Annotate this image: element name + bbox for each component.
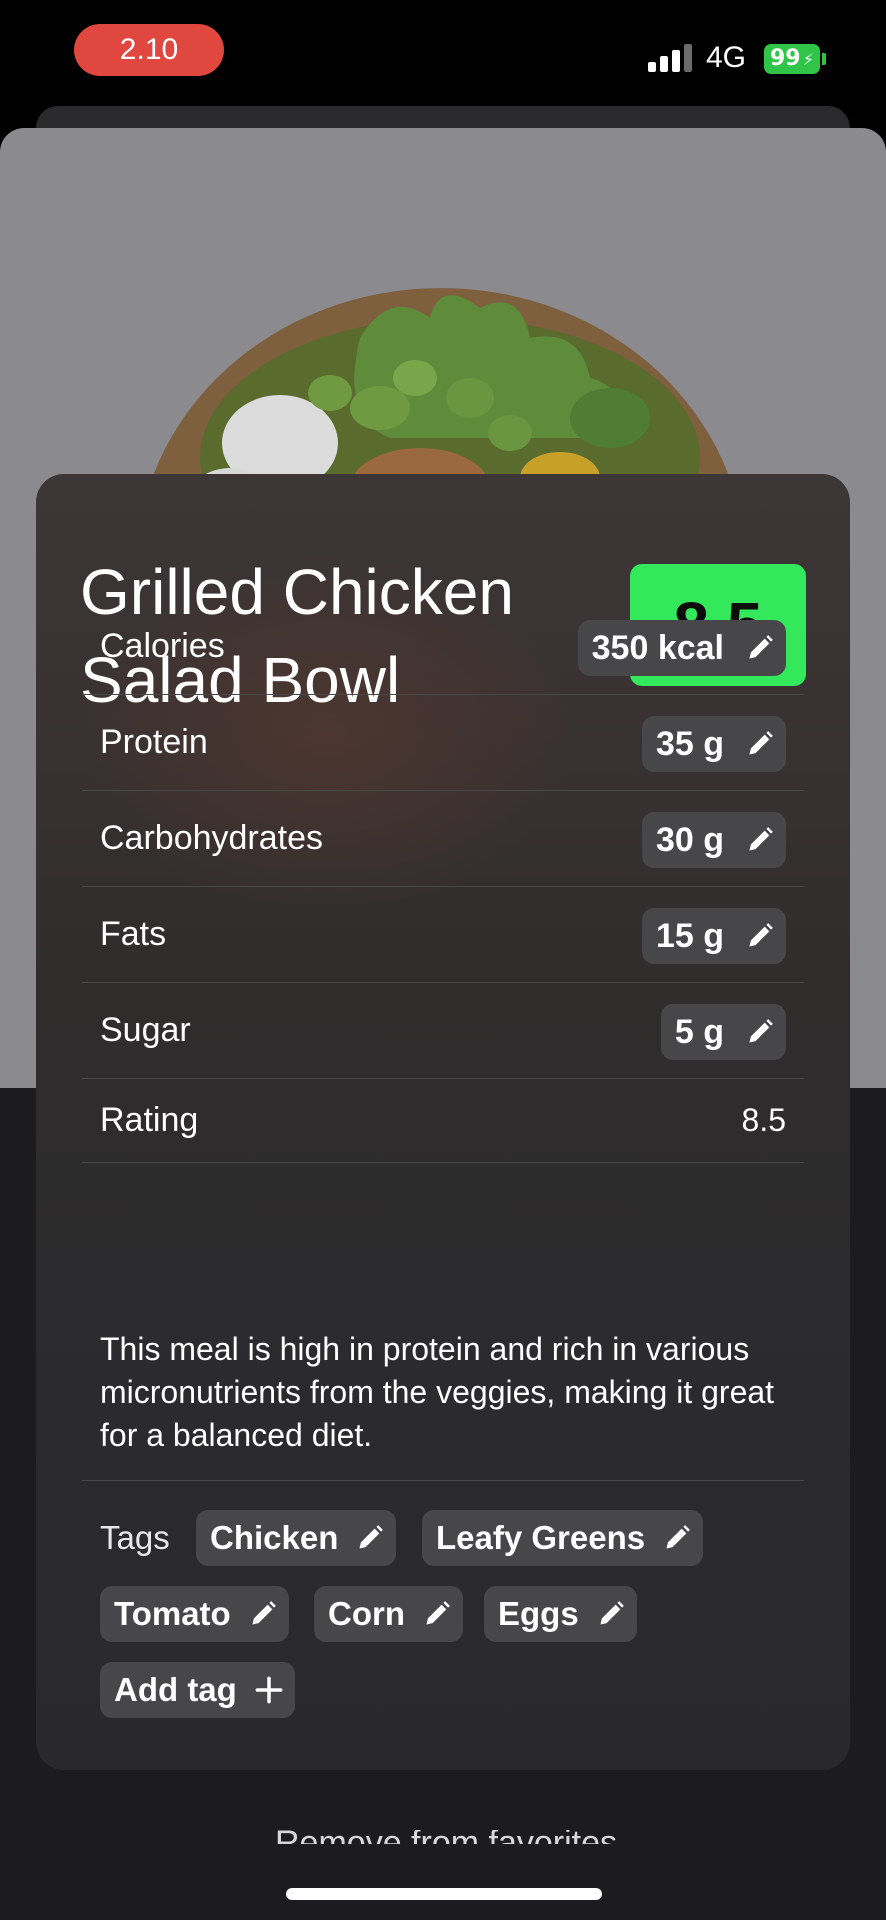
fats-label: Fats — [100, 915, 167, 953]
fats-value: 15 g — [655, 917, 724, 955]
status-time[interactable]: 2.10 — [74, 24, 224, 76]
sugar-label: Sugar — [100, 1011, 191, 1049]
rating-row: Rating 8.5 — [82, 1078, 804, 1163]
carbohydrates-row: Carbohydrates 30 g — [82, 790, 804, 887]
pencil-icon — [252, 1601, 276, 1625]
tag-label: Tomato — [114, 1595, 231, 1632]
tags-divider — [82, 1480, 804, 1481]
tag-label: Chicken — [210, 1519, 339, 1556]
home-indicator[interactable] — [286, 1888, 602, 1900]
protein-value: 35 g — [655, 725, 724, 763]
tag-label: Eggs — [498, 1595, 579, 1632]
battery-level: 99 — [769, 46, 801, 71]
tag-leafy-greens[interactable]: Leafy Greens — [422, 1510, 704, 1566]
fats-edit-button[interactable]: 15 g — [641, 908, 786, 964]
pencil-icon — [749, 923, 773, 947]
tag-label: Leafy Greens — [436, 1519, 646, 1556]
pencil-icon — [749, 1019, 773, 1043]
carbohydrates-value: 30 g — [655, 821, 724, 859]
pencil-icon — [600, 1601, 624, 1625]
meal-detail-card: Grilled ChickenSalad Bowl 8.5 Calories 3… — [36, 474, 850, 1770]
battery-tip — [822, 53, 826, 65]
tag-eggs[interactable]: Eggs — [484, 1586, 637, 1642]
remove-from-favorites-button[interactable]: Remove from favorites — [236, 1830, 656, 1844]
calories-edit-button[interactable]: 350 kcal — [577, 620, 786, 676]
tag-corn[interactable]: Corn — [314, 1586, 463, 1642]
protein-edit-button[interactable]: 35 g — [641, 716, 786, 772]
tag-tomato[interactable]: Tomato — [100, 1586, 289, 1642]
pencil-icon — [666, 1525, 690, 1549]
sugar-value: 5 g — [674, 1013, 724, 1051]
pencil-icon — [749, 731, 773, 755]
calories-label: Calories — [100, 627, 225, 665]
carbohydrates-label: Carbohydrates — [100, 819, 324, 857]
tag-chicken[interactable]: Chicken — [196, 1510, 397, 1566]
protein-row: Protein 35 g — [82, 694, 804, 791]
pencil-icon — [426, 1601, 450, 1625]
network-type: 4G — [706, 41, 747, 74]
tag-label: Corn — [328, 1595, 405, 1632]
battery-icon: 99 ⚡ — [764, 44, 820, 74]
carbohydrates-edit-button[interactable]: 30 g — [641, 812, 786, 868]
tags-label: Tags — [100, 1519, 170, 1556]
plus-icon — [255, 1676, 283, 1704]
signal-strength-icon — [648, 44, 694, 72]
pencil-icon — [359, 1525, 384, 1549]
add-tag-label: Add tag — [114, 1671, 237, 1708]
fats-row: Fats 15 g — [82, 886, 804, 983]
calories-row: Calories 350 kcal — [82, 598, 804, 695]
footer-partial-text: Remove from favorites — [275, 1830, 617, 1844]
meal-description: This meal is high in protein and rich in… — [100, 1331, 775, 1453]
add-tag-button[interactable]: Add tag — [100, 1662, 295, 1718]
protein-label: Protein — [100, 723, 208, 761]
rating-label: Rating — [100, 1101, 199, 1139]
calories-value: 350 kcal — [591, 629, 724, 667]
sugar-row: Sugar 5 g — [82, 982, 804, 1079]
sugar-edit-button[interactable]: 5 g — [660, 1004, 786, 1060]
rating-value: 8.5 — [741, 1102, 786, 1138]
pencil-icon — [749, 635, 773, 659]
pencil-icon — [749, 827, 773, 851]
